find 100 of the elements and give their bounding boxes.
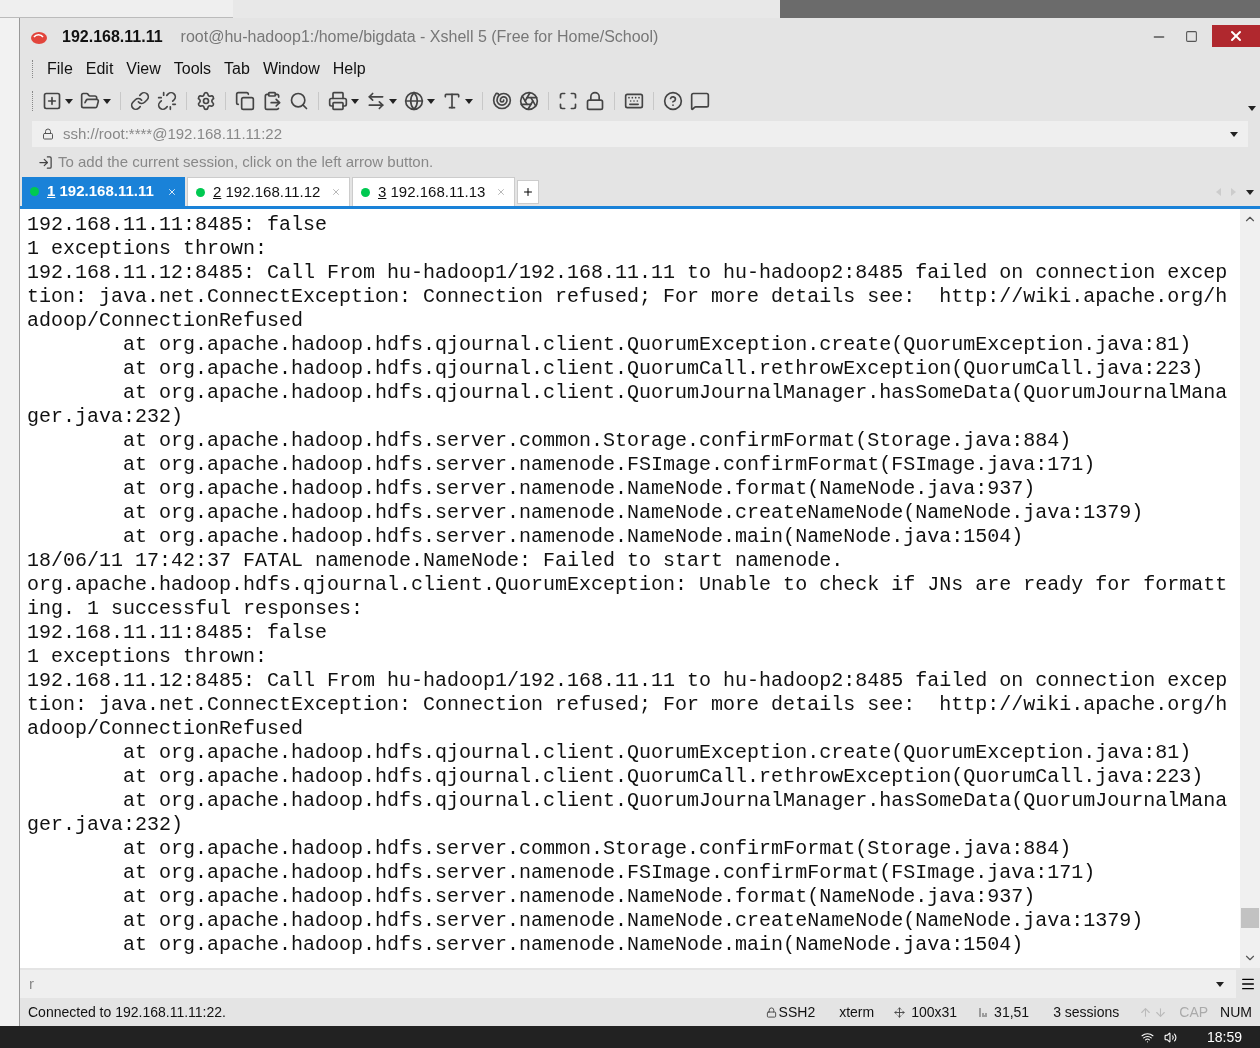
link-icon[interactable] bbox=[130, 91, 150, 111]
terminal-line: at org.apache.hadoop.hdfs.qjournal.client.QuorumJournalManager.hasSomeData(QuorumJournalMana bbox=[122, 789, 1229, 813]
session-tab[interactable]: 2 192.168.11.12 bbox=[187, 177, 350, 206]
key-indicator: NUM bbox=[1220, 1002, 1252, 1022]
terminal-line: adoop/ConnectionRefused bbox=[27, 309, 305, 333]
terminal-line: at org.apache.hadoop.hdfs.qjournal.client.QuorumCall.rethrowException(QuorumCall.java:223) bbox=[122, 357, 1205, 381]
terminal-line: at org.apache.hadoop.hdfs.qjournal.client.QuorumException.create(QuorumException.java:81) bbox=[122, 333, 1193, 357]
chat-icon[interactable] bbox=[690, 91, 710, 111]
globe-icon[interactable] bbox=[404, 91, 424, 111]
caret-icon[interactable] bbox=[427, 98, 435, 104]
help-icon[interactable] bbox=[663, 91, 683, 111]
terminal-line: at org.apache.hadoop.hdfs.server.common.Storage.confirmFormat(Storage.java:884) bbox=[122, 837, 1073, 861]
terminal-line: 1 exceptions thrown: bbox=[27, 237, 269, 261]
caret-icon[interactable] bbox=[1246, 189, 1254, 195]
menu-item[interactable]: Window bbox=[257, 57, 325, 81]
terminal-line: ger.java:232) bbox=[27, 813, 185, 837]
resize-icon bbox=[894, 1006, 906, 1018]
lock-icon bbox=[42, 128, 54, 140]
terminal-line: 192.168.11.11:8485: false bbox=[27, 621, 329, 645]
keyboard-icon[interactable] bbox=[624, 91, 644, 111]
caret-icon[interactable] bbox=[1216, 981, 1224, 987]
terminal-line: tion: java.net.ConnectException: Connection refused; For more details see: http://wiki.apache.org/h bbox=[27, 285, 1229, 309]
terminal-line: at org.apache.hadoop.hdfs.server.common.Storage.confirmFormat(Storage.java:884) bbox=[122, 429, 1073, 453]
settings-icon[interactable] bbox=[196, 91, 216, 111]
cursor-position-icon bbox=[979, 1007, 989, 1017]
shell-icon[interactable] bbox=[492, 91, 512, 111]
close-button[interactable] bbox=[1212, 25, 1260, 47]
scrollbar[interactable] bbox=[1240, 209, 1260, 968]
menu-item[interactable]: View bbox=[121, 57, 166, 81]
terminal-line: 192.168.11.11:8485: false bbox=[27, 213, 329, 237]
arrow-up-icon bbox=[1139, 1005, 1153, 1019]
menu-item[interactable]: Help bbox=[327, 57, 371, 81]
wifi-icon[interactable] bbox=[1140, 1030, 1154, 1044]
terminal-line: at org.apache.hadoop.hdfs.qjournal.client.QuorumException.create(QuorumException.java:81) bbox=[122, 741, 1193, 765]
menu-item[interactable]: Tab bbox=[219, 57, 255, 81]
window-host: 192.168.11.11 bbox=[62, 26, 163, 47]
terminal-line: at org.apache.hadoop.hdfs.server.namenode.FSImage.confirmFormat(FSImage.java:171) bbox=[122, 453, 1097, 477]
font-icon[interactable] bbox=[442, 91, 462, 111]
menu-item[interactable]: Edit bbox=[80, 57, 119, 81]
key-indicator: CAP bbox=[1179, 1002, 1209, 1022]
terminal-line: 18/06/11 17:42:37 FATAL namenode.NameNode: Failed to start namenode. bbox=[27, 549, 845, 573]
caret-icon[interactable] bbox=[389, 98, 397, 104]
menu-item[interactable]: File bbox=[42, 57, 78, 81]
terminal-line: at org.apache.hadoop.hdfs.server.namenode.NameNode.main(NameNode.java:1504) bbox=[122, 933, 1025, 957]
maximize-icon[interactable] bbox=[1185, 30, 1198, 43]
terminal-size: 100x31 bbox=[911, 1002, 958, 1022]
aperture-icon[interactable] bbox=[519, 91, 539, 111]
hint-text: To add the current session, click on the left arrow button. bbox=[58, 151, 434, 172]
session-tab[interactable]: 3 192.168.11.13 bbox=[352, 177, 515, 206]
terminal-line: ger.java:232) bbox=[27, 405, 185, 429]
terminal-line: at org.apache.hadoop.hdfs.server.namenode.NameNode.createNameNode(NameNode.java:1379) bbox=[122, 501, 1145, 525]
terminal-line: at org.apache.hadoop.hdfs.server.namenode.NameNode.format(NameNode.java:937) bbox=[122, 885, 1037, 909]
terminal-line: at org.apache.hadoop.hdfs.qjournal.client.QuorumCall.rethrowException(QuorumCall.java:223) bbox=[122, 765, 1205, 789]
terminal-line: tion: java.net.ConnectException: Connection refused; For more details see: http://wiki.apache.org/h bbox=[27, 693, 1229, 717]
session-tab[interactable]: 1 192.168.11.11 bbox=[22, 177, 185, 206]
unlink-icon[interactable] bbox=[157, 91, 177, 111]
search-icon[interactable] bbox=[289, 91, 309, 111]
volume-icon[interactable] bbox=[1163, 1030, 1177, 1044]
caret-icon[interactable] bbox=[1230, 131, 1238, 137]
terminal-line: at org.apache.hadoop.hdfs.server.namenode.NameNode.main(NameNode.java:1504) bbox=[122, 525, 1025, 549]
menu-icon[interactable] bbox=[1240, 976, 1256, 992]
fullscreen-icon[interactable] bbox=[558, 91, 578, 111]
arrow-down-icon bbox=[1154, 1005, 1168, 1019]
new-tab-button[interactable] bbox=[517, 180, 539, 204]
lock-icon bbox=[765, 1006, 777, 1018]
window-title: root@hu-hadoop1:/home/bigdata - Xshell 5 (Free for Home/School) bbox=[180, 26, 659, 47]
terminal-line: ing. 1 successful responses: bbox=[27, 597, 365, 621]
protocol-label: SSH2 bbox=[778, 1002, 816, 1022]
new-session-icon[interactable] bbox=[42, 91, 62, 111]
terminal-line: 192.168.11.12:8485: Call From hu-hadoop1/192.168.11.11 to hu-hadoop2:8485 failed on connection excep bbox=[27, 669, 1229, 693]
folder-icon[interactable] bbox=[80, 91, 100, 111]
terminal-line: at org.apache.hadoop.hdfs.server.namenode.NameNode.createNameNode(NameNode.java:1379) bbox=[122, 909, 1145, 933]
plus-icon bbox=[522, 186, 534, 198]
caret-icon[interactable] bbox=[65, 98, 73, 104]
caret-icon[interactable] bbox=[103, 98, 111, 104]
transfer-icon[interactable] bbox=[366, 91, 386, 111]
terminal-line: org.apache.hadoop.hdfs.qjournal.client.QuorumException: Unable to check if JNs are ready for formatt bbox=[27, 573, 1229, 597]
terminal-type: xterm bbox=[839, 1002, 875, 1022]
terminal-line: at org.apache.hadoop.hdfs.server.namenode.FSImage.confirmFormat(FSImage.java:171) bbox=[122, 861, 1097, 885]
menu-item[interactable]: Tools bbox=[168, 57, 217, 81]
terminal-line: 192.168.11.12:8485: Call From hu-hadoop1/192.168.11.11 to hu-hadoop2:8485 failed on connection excep bbox=[27, 261, 1229, 285]
close-icon bbox=[1228, 28, 1244, 44]
cursor-position: 31,51 bbox=[994, 1002, 1030, 1022]
close-tab-icon[interactable] bbox=[167, 186, 177, 197]
copy-icon[interactable] bbox=[235, 91, 255, 111]
terminal-line: at org.apache.hadoop.hdfs.qjournal.client.QuorumJournalManager.hasSomeData(QuorumJournalMana bbox=[122, 381, 1229, 405]
add-session-icon[interactable] bbox=[38, 154, 53, 170]
lock-icon[interactable] bbox=[585, 91, 605, 111]
caret-icon[interactable] bbox=[1248, 105, 1256, 111]
terminal-line: at org.apache.hadoop.hdfs.server.namenode.NameNode.format(NameNode.java:937) bbox=[122, 477, 1037, 501]
status-message: Connected to 192.168.11.11:22. bbox=[28, 1002, 226, 1022]
session-count: 3 sessions bbox=[1053, 1002, 1120, 1022]
caret-icon[interactable] bbox=[465, 98, 473, 104]
clock[interactable]: 18:59 bbox=[1206, 1026, 1242, 1048]
scrollbar-thumb[interactable] bbox=[1241, 908, 1259, 928]
terminal-line: 1 exceptions thrown: bbox=[27, 645, 269, 669]
paste-icon[interactable] bbox=[262, 91, 282, 111]
caret-icon[interactable] bbox=[351, 98, 359, 104]
printer-icon[interactable] bbox=[328, 91, 348, 111]
terminal-line: adoop/ConnectionRefused bbox=[27, 717, 305, 741]
